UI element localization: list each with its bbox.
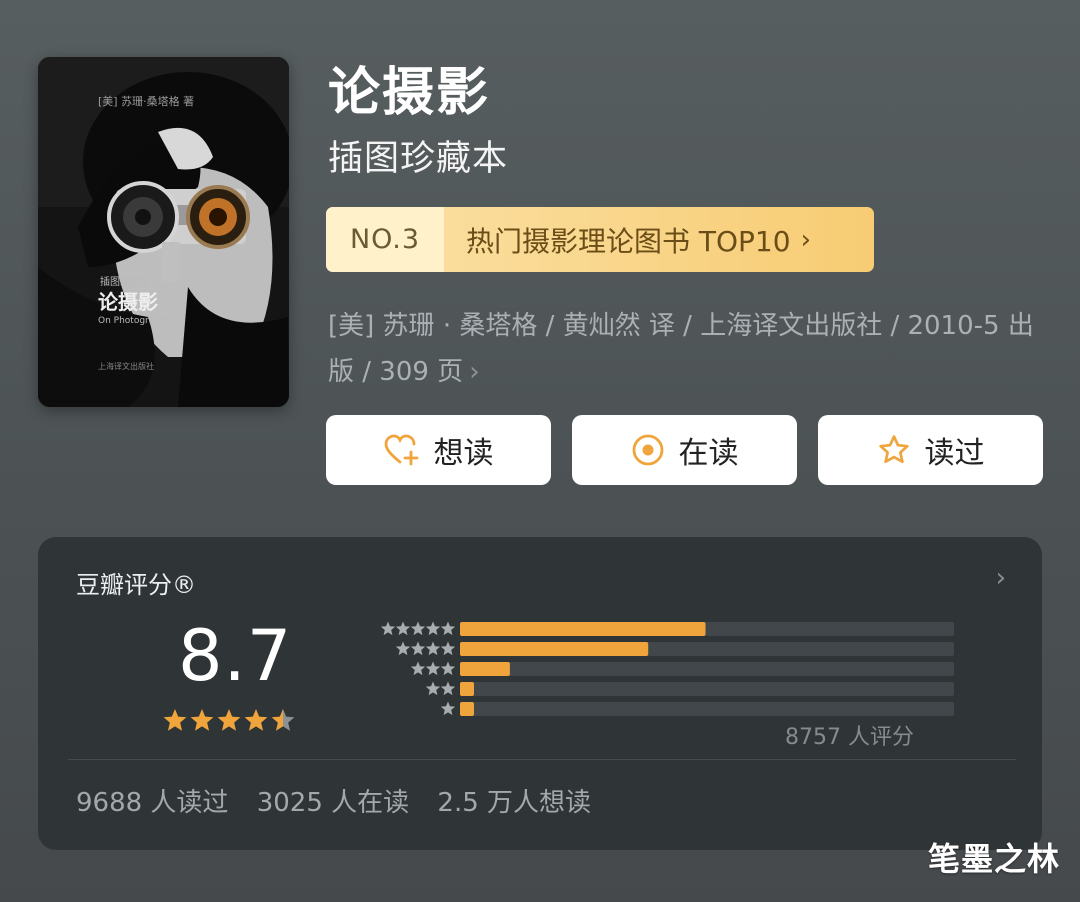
distribution-star-icon <box>425 661 441 676</box>
ranking-badge[interactable]: NO.3 热门摄影理论图书 TOP10 › <box>326 207 874 272</box>
watermark: 笔墨之林 <box>927 840 1060 878</box>
rating-score: 8.7 <box>178 615 293 697</box>
star-icon <box>217 709 241 731</box>
distribution-star-icon <box>380 621 396 636</box>
star-icon <box>190 709 214 731</box>
rating-card[interactable]: 豆瓣评分® › 8.7 8757 人评分 9688 人读过 3025 人在读 2… <box>38 537 1042 850</box>
book-subtitle: 插图珍藏本 <box>328 139 509 179</box>
rank-label-container: 热门摄影理论图书 TOP10 › <box>444 207 874 272</box>
svg-text:On Photography: On Photography <box>98 316 172 326</box>
distribution-star-icon <box>395 641 411 656</box>
svg-text:[美] 苏珊·桑塔格 著: [美] 苏珊·桑塔格 著 <box>98 94 194 108</box>
reading-count: 3025 人在读 <box>256 788 410 818</box>
star-icon <box>271 709 295 731</box>
distribution-bar-track <box>460 702 954 716</box>
rating-stars <box>163 709 295 731</box>
meta-text: [美] 苏珊 · 桑塔格 / 黄灿然 译 / 上海译文出版社 / 2010-5 … <box>328 311 1034 387</box>
book-meta[interactable]: [美] 苏珊 · 桑塔格 / 黄灿然 译 / 上海译文出版社 / 2010-5 … <box>328 303 1048 395</box>
svg-text:插图珍藏本: 插图珍藏本 <box>100 275 150 288</box>
heart-plus-icon <box>384 434 420 466</box>
distribution-star-icon <box>410 621 426 636</box>
rank-label: 热门摄影理论图书 TOP10 <box>466 224 791 258</box>
target-icon <box>631 433 665 467</box>
distribution-star-icon <box>440 661 456 676</box>
distribution-bar-5-star <box>460 622 706 636</box>
want-to-read-label: 想读 <box>433 436 494 471</box>
want-to-read-button[interactable]: 想读 <box>326 415 551 485</box>
reader-stats: 9688 人读过 3025 人在读 2.5 万人想读 <box>76 782 611 819</box>
reading-button[interactable]: 在读 <box>572 415 797 485</box>
distribution-bar-track <box>460 662 954 676</box>
rating-title: 豆瓣评分® <box>76 571 196 599</box>
star-icon <box>244 709 268 731</box>
rating-distribution <box>380 621 954 716</box>
rating-count: 8757 人评分 <box>785 725 914 750</box>
book-cover[interactable]: [美] 苏珊·桑塔格 著 插图珍藏本 论摄影 On Photography 上海… <box>38 57 289 407</box>
read-count: 9688 人读过 <box>76 788 229 818</box>
have-read-button[interactable]: 读过 <box>818 415 1043 485</box>
svg-text:上海译文出版社: 上海译文出版社 <box>98 361 154 371</box>
distribution-bar-3-star <box>460 662 510 676</box>
distribution-bar-4-star <box>460 642 649 656</box>
distribution-star-icon <box>395 621 411 636</box>
rank-number: NO.3 <box>326 207 444 272</box>
distribution-bar-1-star <box>460 702 474 716</box>
chevron-right-icon: › <box>469 357 480 387</box>
distribution-star-icon <box>440 681 456 696</box>
distribution-bar-track <box>460 682 954 696</box>
distribution-star-icon <box>425 681 441 696</box>
distribution-star-icon <box>425 621 441 636</box>
svg-text:论摄影: 论摄影 <box>98 290 158 314</box>
distribution-star-icon <box>410 661 426 676</box>
book-title: 论摄影 <box>328 63 491 123</box>
distribution-star-icon <box>440 701 456 716</box>
star-icon <box>163 709 187 731</box>
distribution-bar-2-star <box>460 682 474 696</box>
have-read-label: 读过 <box>924 436 985 471</box>
want-count: 2.5 万人想读 <box>437 788 592 818</box>
chevron-right-icon: › <box>800 224 811 255</box>
distribution-star-icon <box>425 641 441 656</box>
distribution-star-icon <box>440 621 456 636</box>
star-outline-icon <box>877 433 911 467</box>
chevron-right-icon[interactable]: › <box>996 563 1006 593</box>
divider <box>68 759 1016 760</box>
reading-label: 在读 <box>678 436 739 471</box>
distribution-star-icon <box>410 641 426 656</box>
distribution-star-icon <box>440 641 456 656</box>
